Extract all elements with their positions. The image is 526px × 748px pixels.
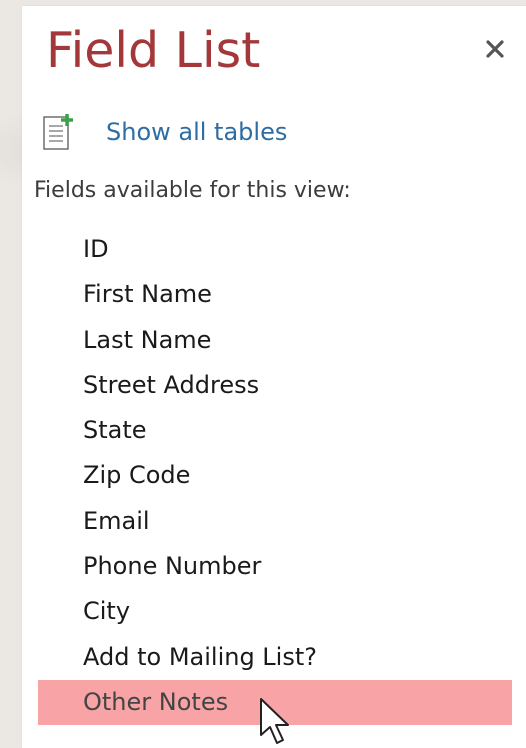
field-item-first-name[interactable]: First Name <box>38 272 512 317</box>
field-item-add-to-mailing-list[interactable]: Add to Mailing List? <box>38 635 512 680</box>
show-all-tables-label: Show all tables <box>106 118 288 146</box>
field-list: ID First Name Last Name Street Address S… <box>38 227 512 726</box>
field-item-last-name[interactable]: Last Name <box>38 318 512 363</box>
show-all-tables-link[interactable]: Show all tables <box>40 112 287 152</box>
close-icon <box>486 40 504 58</box>
field-item-city[interactable]: City <box>38 589 512 634</box>
add-table-icon <box>40 112 76 152</box>
field-item-email[interactable]: Email <box>38 499 512 544</box>
close-button[interactable] <box>480 34 510 64</box>
field-item-state[interactable]: State <box>38 408 512 453</box>
field-item-phone-number[interactable]: Phone Number <box>38 544 512 589</box>
pane-title: Field List <box>46 22 261 79</box>
field-list-pane: Field List Show all tables Fields availa… <box>22 6 526 748</box>
fields-available-heading: Fields available for this view: <box>34 178 351 203</box>
field-item-street-address[interactable]: Street Address <box>38 363 512 408</box>
field-item-id[interactable]: ID <box>38 227 512 272</box>
field-item-zip-code[interactable]: Zip Code <box>38 453 512 498</box>
field-item-other-notes[interactable]: Other Notes <box>38 679 512 726</box>
